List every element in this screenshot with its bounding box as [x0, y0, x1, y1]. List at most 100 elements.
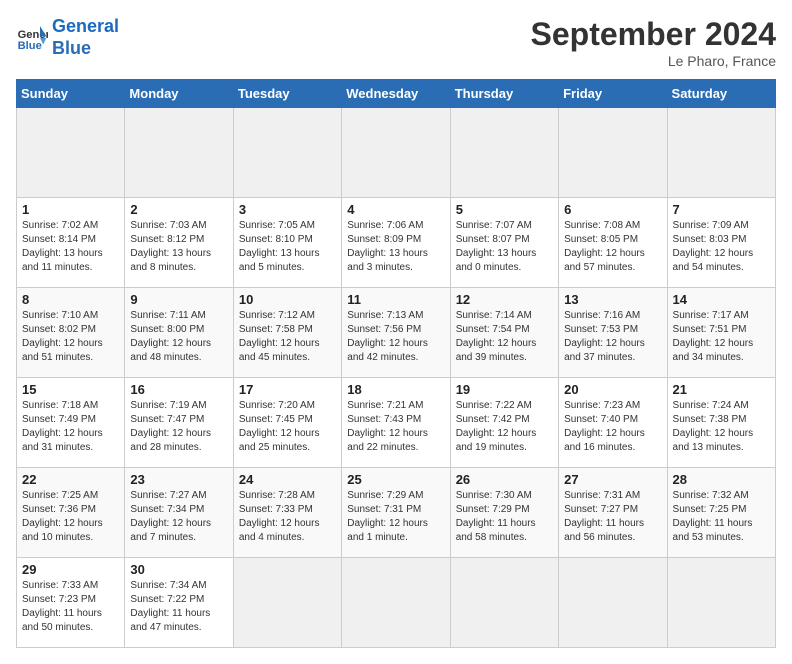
- title-block: September 2024 Le Pharo, France: [531, 16, 776, 69]
- day-number: 18: [347, 382, 444, 397]
- day-number: 24: [239, 472, 336, 487]
- calendar-cell: 9 Sunrise: 7:11 AM Sunset: 8:00 PM Daylig…: [125, 288, 233, 378]
- calendar-cell: 1 Sunrise: 7:02 AM Sunset: 8:14 PM Daylig…: [17, 198, 125, 288]
- calendar-cell: 11Sunrise: 7:13 AM Sunset: 7:56 PM Dayli…: [342, 288, 450, 378]
- calendar-cell: [17, 108, 125, 198]
- calendar-cell: 3Sunrise: 7:05 AM Sunset: 8:10 PM Daylig…: [233, 198, 341, 288]
- col-header-wednesday: Wednesday: [342, 80, 450, 108]
- week-row-1: 1 Sunrise: 7:02 AM Sunset: 8:14 PM Daylig…: [17, 198, 776, 288]
- col-header-thursday: Thursday: [450, 80, 558, 108]
- day-number: 6: [564, 202, 661, 217]
- calendar-cell: 2Sunrise: 7:03 AM Sunset: 8:12 PM Daylig…: [125, 198, 233, 288]
- day-number: 27: [564, 472, 661, 487]
- day-number: 15: [22, 382, 119, 397]
- calendar-cell: [125, 108, 233, 198]
- day-info: Sunrise: 7:02 AM Sunset: 8:14 PM Dayligh…: [22, 219, 119, 275]
- calendar-cell: 13 Sunrise: 7:16 AM Sunset: 7:53 PM Dayli…: [559, 288, 667, 378]
- calendar-table: SundayMondayTuesdayWednesdayThursdayFrid…: [16, 79, 776, 648]
- day-number: 7: [673, 202, 770, 217]
- calendar-cell: 26Sunrise: 7:30 AM Sunset: 7:29 PM Dayli…: [450, 468, 558, 558]
- calendar-cell: 22Sunrise: 7:25 AM Sunset: 7:36 PM Dayli…: [17, 468, 125, 558]
- day-number: 28: [673, 472, 770, 487]
- day-number: 13: [564, 292, 661, 307]
- day-info: Sunrise: 7:23 AM Sunset: 7:40 PM Dayligh…: [564, 399, 661, 455]
- day-info: Sunrise: 7:16 AM Sunset: 7:53 PM Dayligh…: [564, 309, 661, 365]
- calendar-cell: 14Sunrise: 7:17 AM Sunset: 7:51 PM Dayli…: [667, 288, 775, 378]
- day-info: Sunrise: 7:03 AM Sunset: 8:12 PM Dayligh…: [130, 219, 227, 275]
- day-number: 12: [456, 292, 553, 307]
- page-header: General Blue GeneralBlue September 2024 …: [16, 16, 776, 69]
- calendar-cell: [342, 558, 450, 648]
- calendar-cell: 23 Sunrise: 7:27 AM Sunset: 7:34 PM Dayli…: [125, 468, 233, 558]
- day-info: Sunrise: 7:34 AM Sunset: 7:22 PM Dayligh…: [130, 579, 227, 635]
- month-title: September 2024: [531, 16, 776, 53]
- day-info: Sunrise: 7:28 AM Sunset: 7:33 PM Dayligh…: [239, 489, 336, 545]
- calendar-cell: 29Sunrise: 7:33 AM Sunset: 7:23 PM Dayli…: [17, 558, 125, 648]
- calendar-cell: 24 Sunrise: 7:28 AM Sunset: 7:33 PM Dayli…: [233, 468, 341, 558]
- day-number: 25: [347, 472, 444, 487]
- day-info: Sunrise: 7:08 AM Sunset: 8:05 PM Dayligh…: [564, 219, 661, 275]
- col-header-tuesday: Tuesday: [233, 80, 341, 108]
- day-info: Sunrise: 7:12 AM Sunset: 7:58 PM Dayligh…: [239, 309, 336, 365]
- day-info: Sunrise: 7:29 AM Sunset: 7:31 PM Dayligh…: [347, 489, 444, 545]
- col-header-friday: Friday: [559, 80, 667, 108]
- day-info: Sunrise: 7:10 AM Sunset: 8:02 PM Dayligh…: [22, 309, 119, 365]
- calendar-cell: 27 Sunrise: 7:31 AM Sunset: 7:27 PM Dayli…: [559, 468, 667, 558]
- calendar-cell: [667, 108, 775, 198]
- day-number: 19: [456, 382, 553, 397]
- day-info: Sunrise: 7:20 AM Sunset: 7:45 PM Dayligh…: [239, 399, 336, 455]
- day-number: 5: [456, 202, 553, 217]
- calendar-cell: [233, 558, 341, 648]
- calendar-cell: 20 Sunrise: 7:23 AM Sunset: 7:40 PM Dayli…: [559, 378, 667, 468]
- week-row-2: 8Sunrise: 7:10 AM Sunset: 8:02 PM Daylig…: [17, 288, 776, 378]
- day-info: Sunrise: 7:21 AM Sunset: 7:43 PM Dayligh…: [347, 399, 444, 455]
- logo-icon: General Blue: [16, 22, 48, 54]
- day-info: Sunrise: 7:11 AM Sunset: 8:00 PM Dayligh…: [130, 309, 227, 365]
- day-info: Sunrise: 7:31 AM Sunset: 7:27 PM Dayligh…: [564, 489, 661, 545]
- day-number: 9: [130, 292, 227, 307]
- day-number: 16: [130, 382, 227, 397]
- day-info: Sunrise: 7:27 AM Sunset: 7:34 PM Dayligh…: [130, 489, 227, 545]
- col-header-sunday: Sunday: [17, 80, 125, 108]
- day-number: 14: [673, 292, 770, 307]
- calendar-cell: 21Sunrise: 7:24 AM Sunset: 7:38 PM Dayli…: [667, 378, 775, 468]
- day-info: Sunrise: 7:07 AM Sunset: 8:07 PM Dayligh…: [456, 219, 553, 275]
- calendar-cell: [667, 558, 775, 648]
- calendar-cell: 4Sunrise: 7:06 AM Sunset: 8:09 PM Daylig…: [342, 198, 450, 288]
- calendar-cell: 16Sunrise: 7:19 AM Sunset: 7:47 PM Dayli…: [125, 378, 233, 468]
- calendar-cell: 28 Sunrise: 7:32 AM Sunset: 7:25 PM Dayli…: [667, 468, 775, 558]
- calendar-cell: 15 Sunrise: 7:18 AM Sunset: 7:49 PM Dayli…: [17, 378, 125, 468]
- day-number: 1: [22, 202, 119, 217]
- calendar-cell: 25 Sunrise: 7:29 AM Sunset: 7:31 PM Dayli…: [342, 468, 450, 558]
- day-info: Sunrise: 7:32 AM Sunset: 7:25 PM Dayligh…: [673, 489, 770, 545]
- col-header-monday: Monday: [125, 80, 233, 108]
- calendar-cell: [559, 108, 667, 198]
- logo: General Blue GeneralBlue: [16, 16, 119, 59]
- calendar-cell: 30 Sunrise: 7:34 AM Sunset: 7:22 PM Dayli…: [125, 558, 233, 648]
- calendar-cell: 19 Sunrise: 7:22 AM Sunset: 7:42 PM Dayli…: [450, 378, 558, 468]
- day-number: 17: [239, 382, 336, 397]
- day-info: Sunrise: 7:33 AM Sunset: 7:23 PM Dayligh…: [22, 579, 119, 635]
- calendar-cell: 8Sunrise: 7:10 AM Sunset: 8:02 PM Daylig…: [17, 288, 125, 378]
- day-info: Sunrise: 7:06 AM Sunset: 8:09 PM Dayligh…: [347, 219, 444, 275]
- day-info: Sunrise: 7:22 AM Sunset: 7:42 PM Dayligh…: [456, 399, 553, 455]
- calendar-cell: [450, 108, 558, 198]
- day-number: 3: [239, 202, 336, 217]
- col-header-saturday: Saturday: [667, 80, 775, 108]
- day-number: 21: [673, 382, 770, 397]
- week-row-4: 22Sunrise: 7:25 AM Sunset: 7:36 PM Dayli…: [17, 468, 776, 558]
- logo-text: GeneralBlue: [52, 16, 119, 59]
- day-info: Sunrise: 7:25 AM Sunset: 7:36 PM Dayligh…: [22, 489, 119, 545]
- week-row-5: 29Sunrise: 7:33 AM Sunset: 7:23 PM Dayli…: [17, 558, 776, 648]
- location: Le Pharo, France: [531, 53, 776, 69]
- calendar-cell: 18 Sunrise: 7:21 AM Sunset: 7:43 PM Dayli…: [342, 378, 450, 468]
- week-row-0: [17, 108, 776, 198]
- day-info: Sunrise: 7:13 AM Sunset: 7:56 PM Dayligh…: [347, 309, 444, 365]
- day-number: 30: [130, 562, 227, 577]
- day-info: Sunrise: 7:18 AM Sunset: 7:49 PM Dayligh…: [22, 399, 119, 455]
- calendar-cell: 10Sunrise: 7:12 AM Sunset: 7:58 PM Dayli…: [233, 288, 341, 378]
- day-number: 23: [130, 472, 227, 487]
- calendar-cell: [342, 108, 450, 198]
- day-number: 20: [564, 382, 661, 397]
- day-number: 26: [456, 472, 553, 487]
